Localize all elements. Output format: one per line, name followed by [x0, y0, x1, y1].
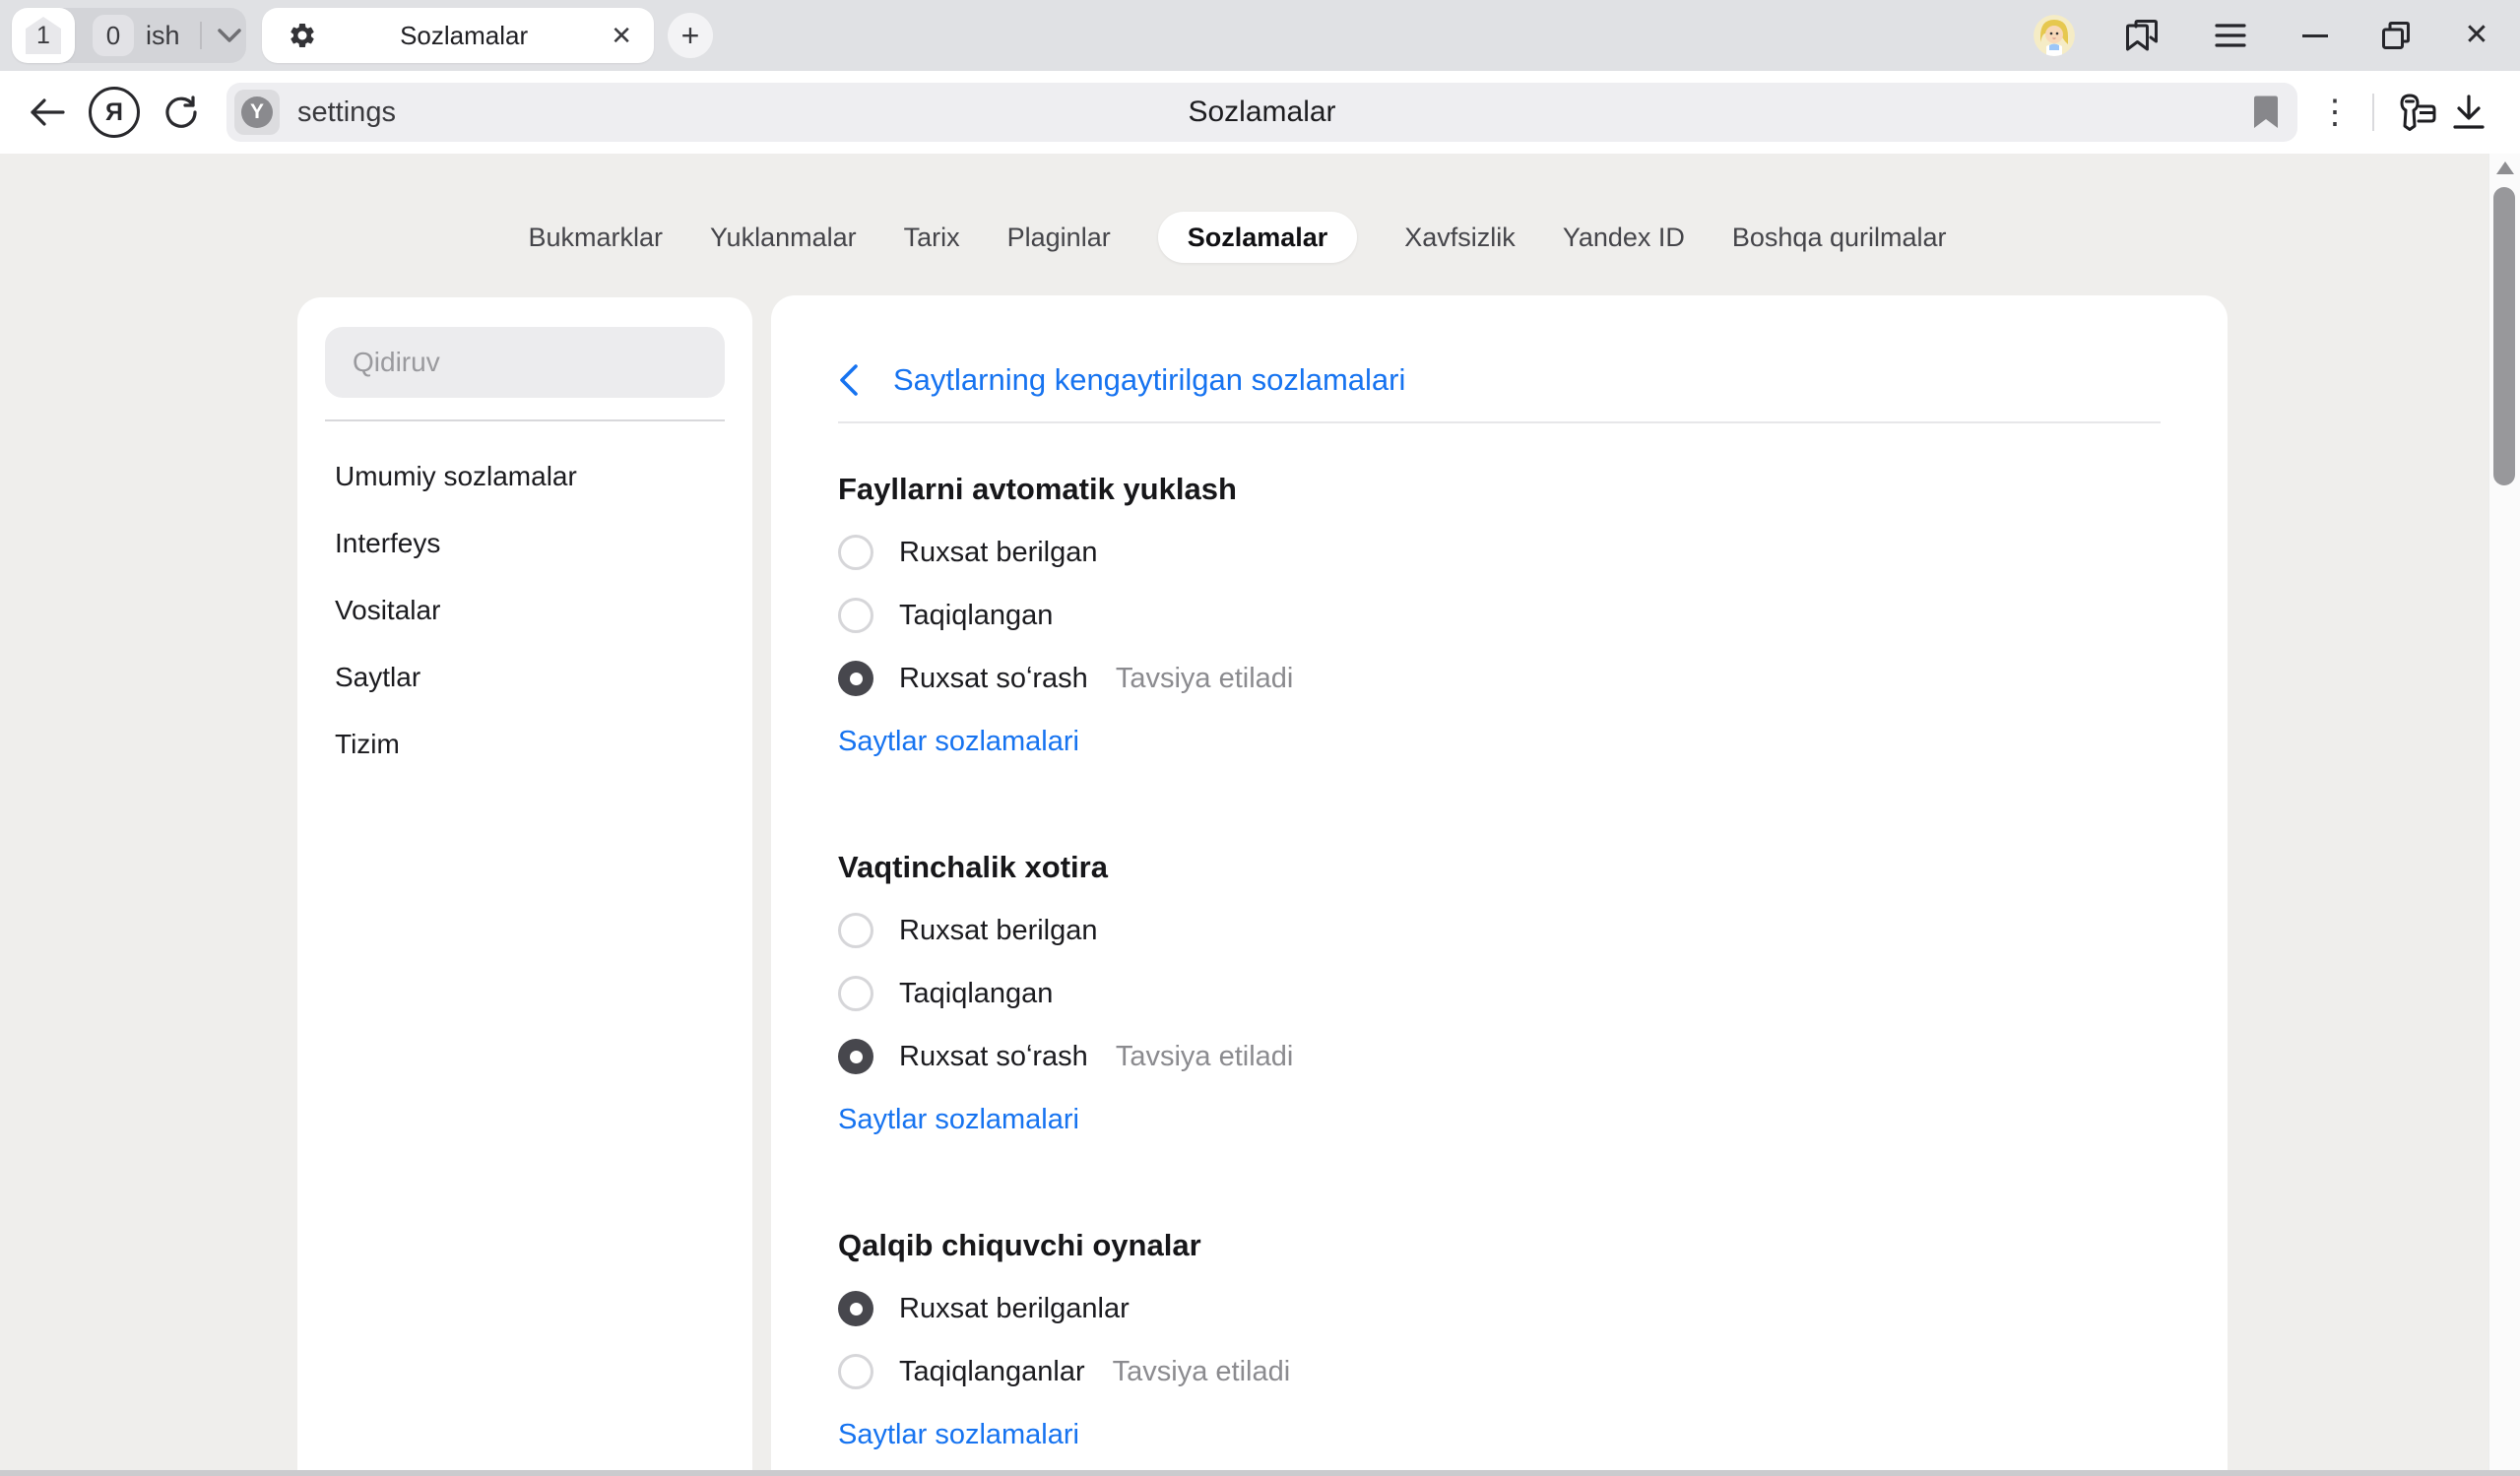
radio-note: Tavsiya etiladi — [1116, 663, 1294, 695]
radio-label: Ruxsat soʻrash — [899, 663, 1088, 695]
restore-button[interactable] — [2378, 18, 2414, 53]
radio-label: Ruxsat soʻrash — [899, 1041, 1088, 1073]
radio-label: Ruxsat berilganlar — [899, 1293, 1130, 1325]
radio-label: Taqiqlangan — [899, 600, 1053, 632]
tab-group-divider — [200, 22, 202, 49]
radio-option[interactable]: Ruxsat berilgan — [838, 521, 2161, 584]
radio-option[interactable]: Ruxsat soʻrash Tavsiya etiladi — [838, 647, 2161, 710]
radio-option[interactable]: Ruxsat soʻrash Tavsiya etiladi — [838, 1025, 2161, 1088]
radio-label: Ruxsat berilgan — [899, 915, 1098, 947]
gear-icon — [288, 21, 317, 50]
radio-note: Tavsiya etiladi — [1116, 1041, 1294, 1073]
sidebar-divider — [325, 419, 725, 421]
radio-option[interactable]: Ruxsat berilgan — [838, 899, 2161, 962]
radio-button[interactable] — [838, 661, 873, 696]
scroll-up-arrow-icon[interactable] — [2496, 161, 2514, 174]
sites-settings-link[interactable]: Saytlar sozlamalari — [838, 1403, 2161, 1466]
nav-item-tarix[interactable]: Tarix — [904, 212, 960, 263]
section-vaqtinchalik-xotira: Vaqtinchalik xotira Ruxsat berilgan Taqi… — [838, 836, 2161, 1151]
radio-label: Ruxsat berilgan — [899, 537, 1098, 569]
search-input[interactable] — [325, 327, 725, 398]
radio-button[interactable] — [838, 1039, 873, 1074]
nav-item-yandex-id[interactable]: Yandex ID — [1563, 212, 1685, 263]
sites-settings-link[interactable]: Saytlar sozlamalari — [838, 710, 2161, 773]
new-tab-button[interactable]: + — [668, 13, 713, 58]
profile-avatar[interactable] — [2034, 15, 2075, 56]
nav-item-yuklanmalar[interactable]: Yuklanmalar — [710, 212, 857, 263]
bookmark-icon[interactable] — [2252, 96, 2280, 129]
radio-button[interactable] — [838, 1354, 873, 1389]
radio-note: Tavsiya etiladi — [1113, 1356, 1291, 1388]
tab-title: Sozlamalar — [317, 21, 611, 51]
nav-item-bukmarklar[interactable]: Bukmarklar — [529, 212, 664, 263]
tab-group-other-chip[interactable]: 0 — [93, 15, 134, 56]
minimize-button[interactable] — [2297, 18, 2333, 53]
tab-group-label: ish — [146, 21, 180, 51]
radio-option[interactable]: Taqiqlangan — [838, 584, 2161, 647]
tab-group-other-count: 0 — [106, 21, 120, 51]
address-bar-title: Sozlamalar — [226, 96, 2297, 129]
sidebar-item-umumiy-sozlamalar[interactable]: Umumiy sozlamalar — [297, 443, 752, 510]
tab-group-switcher[interactable]: 1 0 ish — [12, 8, 246, 63]
downloads-icon[interactable] — [2443, 87, 2494, 138]
back-chevron-icon[interactable] — [838, 363, 860, 397]
scrollbar[interactable] — [2488, 154, 2520, 1470]
tab-group-active-count: 1 — [36, 22, 50, 50]
radio-button[interactable] — [838, 1291, 873, 1326]
yandex-logo-icon[interactable]: Я — [89, 87, 140, 138]
section-title: Fayllarni avtomatik yuklash — [838, 458, 2161, 521]
nav-item-boshqa-qurilmalar[interactable]: Boshqa qurilmalar — [1732, 212, 1947, 263]
tab-group-icon: 1 — [26, 17, 61, 54]
settings-sidebar: Umumiy sozlamalar Interfeys Vositalar Sa… — [297, 297, 752, 1476]
more-menu-icon[interactable]: ⋮ — [2315, 93, 2355, 132]
page-title[interactable]: Saytlarning kengaytirilgan sozlamalari — [893, 362, 1405, 398]
section-title: Qalqib chiquvchi oynalar — [838, 1214, 2161, 1277]
page-header: Saytlarning kengaytirilgan sozlamalari — [838, 349, 2161, 412]
sidebar-item-vositalar[interactable]: Vositalar — [297, 577, 752, 644]
radio-label: Taqiqlanganlar — [899, 1356, 1085, 1388]
chevron-down-icon[interactable] — [218, 29, 241, 42]
tab-close-icon[interactable]: ✕ — [611, 21, 632, 51]
section-title: Vaqtinchalik xotira — [838, 836, 2161, 899]
tab-strip: 1 0 ish Sozlamalar ✕ + — [0, 0, 2520, 71]
site-badge-icon: Y — [234, 90, 280, 135]
section-fayllarni-avtomatik-yuklash: Fayllarni avtomatik yuklash Ruxsat beril… — [838, 458, 2161, 773]
sidebar-list: Umumiy sozlamalar Interfeys Vositalar Sa… — [297, 443, 752, 778]
browser-window: 1 0 ish Sozlamalar ✕ + — [0, 0, 2520, 1476]
radio-button[interactable] — [838, 913, 873, 948]
radio-button[interactable] — [838, 976, 873, 1011]
address-bar[interactable]: Y settings Sozlamalar — [226, 83, 2297, 142]
sidebar-item-tizim[interactable]: Tizim — [297, 711, 752, 778]
window-bottom-edge — [0, 1470, 2520, 1476]
radio-button[interactable] — [838, 535, 873, 570]
bookmarks-panel-icon[interactable] — [2120, 14, 2164, 57]
radio-option[interactable]: Taqiqlanganlar Tavsiya etiladi — [838, 1340, 2161, 1403]
sites-settings-link[interactable]: Saytlar sozlamalari — [838, 1088, 2161, 1151]
close-button[interactable]: ✕ — [2459, 18, 2494, 53]
section-qalqib-chiquvchi-oynalar: Qalqib chiquvchi oynalar Ruxsat berilgan… — [838, 1214, 2161, 1466]
toolbar-divider — [2372, 94, 2374, 131]
reload-icon[interactable] — [156, 87, 207, 138]
settings-nav: Bukmarklar Yuklanmalar Tarix Plaginlar S… — [0, 212, 2475, 263]
tab-sozlamalar[interactable]: Sozlamalar ✕ — [262, 8, 654, 63]
radio-label: Taqiqlangan — [899, 978, 1053, 1010]
sidebar-item-interfeys[interactable]: Interfeys — [297, 510, 752, 577]
settings-main-panel: Saytlarning kengaytirilgan sozlamalari F… — [771, 295, 2228, 1470]
password-manager-icon[interactable] — [2392, 87, 2443, 138]
toolbar: Я Y settings Sozlamalar ⋮ — [0, 71, 2520, 154]
nav-item-xavfsizlik[interactable]: Xavfsizlik — [1404, 212, 1516, 263]
sidebar-item-saytlar[interactable]: Saytlar — [297, 644, 752, 711]
header-divider — [838, 421, 2161, 423]
radio-button[interactable] — [838, 598, 873, 633]
menu-icon[interactable] — [2209, 14, 2252, 57]
url-text[interactable]: settings — [297, 96, 396, 129]
nav-item-sozlamalar[interactable]: Sozlamalar — [1158, 212, 1358, 263]
back-icon[interactable] — [22, 87, 73, 138]
radio-option[interactable]: Taqiqlangan — [838, 962, 2161, 1025]
radio-option[interactable]: Ruxsat berilganlar — [838, 1277, 2161, 1340]
nav-item-plaginlar[interactable]: Plaginlar — [1007, 212, 1111, 263]
tab-group-active-chip[interactable]: 1 — [12, 8, 75, 63]
scrollbar-thumb[interactable] — [2493, 187, 2515, 485]
settings-page: Bukmarklar Yuklanmalar Tarix Plaginlar S… — [0, 154, 2520, 1470]
